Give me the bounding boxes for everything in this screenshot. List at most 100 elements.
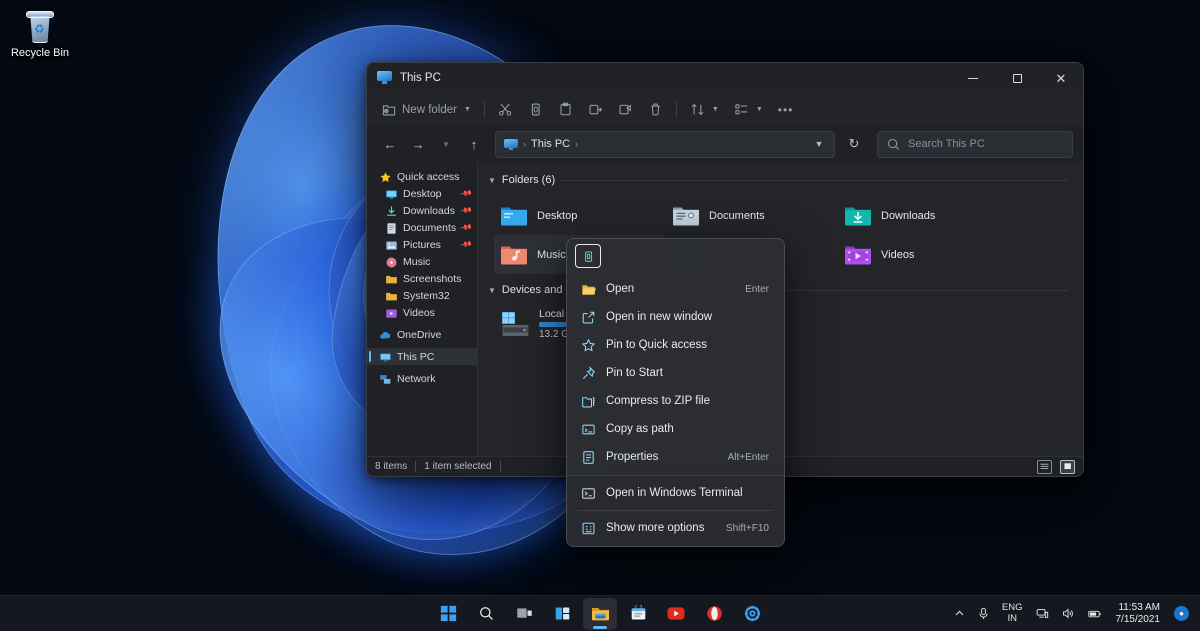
tray-clock[interactable]: 11:53 AM 7/15/2021 [1110, 602, 1167, 625]
address-bar[interactable]: › This PC › ▼ [495, 130, 835, 158]
folder-icon [385, 290, 398, 302]
this-pc-icon [377, 71, 392, 85]
context-menu-item-copy-as-path[interactable]: Copy as path [571, 415, 780, 443]
sort-icon [690, 102, 705, 117]
close-button[interactable]: ✕ [1039, 63, 1083, 93]
minimize-button[interactable] [951, 63, 995, 93]
notification-icon: ● [1174, 606, 1189, 621]
sidebar-item-onedrive[interactable]: OneDrive [367, 326, 477, 343]
system-tray[interactable]: ENG IN 11:53 AM 7/15/2021 ● [949, 596, 1194, 631]
tray-volume-button[interactable] [1057, 600, 1080, 628]
folders-group-header[interactable]: ▼ Folders (6) [478, 170, 1083, 190]
refresh-button[interactable]: ↻ [841, 131, 867, 157]
context-menu-item-properties[interactable]: Properties Alt+Enter [571, 443, 780, 471]
recent-locations-button[interactable]: ▼ [433, 131, 459, 157]
context-menu-item-pin-to-quick-access[interactable]: Pin to Quick access [571, 331, 780, 359]
share-button[interactable] [611, 97, 640, 123]
new-folder-button[interactable]: New folder ▼ [375, 97, 478, 123]
taskbar-file-explorer-button[interactable] [583, 597, 617, 630]
recycle-bin-icon: ♻ [25, 10, 55, 44]
search-input[interactable]: Search This PC [908, 138, 985, 150]
paste-button[interactable] [551, 97, 580, 123]
sidebar-item-label: OneDrive [397, 328, 442, 341]
more-options-button[interactable]: ••• [771, 97, 801, 123]
forward-button[interactable]: → [405, 131, 431, 157]
context-menu-item-label: Open [606, 283, 635, 295]
taskbar[interactable]: ENG IN 11:53 AM 7/15/2021 ● [0, 595, 1200, 631]
cut-button[interactable] [491, 97, 520, 123]
taskbar-widgets-button[interactable] [545, 598, 579, 630]
context-menu-item-compress-to-zip[interactable]: Compress to ZIP file [571, 387, 780, 415]
sidebar-item-documents[interactable]: Documents 📌 [367, 219, 477, 236]
context-menu-extended-items[interactable]: Open in Windows Terminal Show more optio… [567, 475, 784, 546]
context-menu-item-open-in-windows-terminal[interactable]: Open in Windows Terminal [571, 479, 780, 507]
up-button[interactable]: ↑ [461, 131, 487, 157]
context-menu-item-label: Pin to Start [606, 367, 663, 379]
window-titlebar[interactable]: This PC ✕ [367, 63, 1083, 93]
sidebar-item-label: Downloads [403, 204, 455, 217]
properties-icon [581, 450, 596, 465]
sidebar-item-downloads[interactable]: Downloads 📌 [367, 202, 477, 219]
desktop-icon-recycle-bin[interactable]: ♻ Recycle Bin [4, 6, 76, 64]
command-bar[interactable]: New folder ▼ ▼ ▼ ••• [367, 93, 1083, 126]
rename-button[interactable] [581, 97, 610, 123]
hard-drive-icon [500, 311, 530, 337]
copy-header-icon[interactable] [575, 244, 601, 268]
chevron-down-icon[interactable]: ▼ [756, 106, 763, 113]
tray-notification-button[interactable]: ● [1169, 600, 1194, 628]
language-indicator: ENG IN [1002, 602, 1023, 624]
taskbar-opera-button[interactable] [697, 598, 731, 630]
address-dropdown-button[interactable]: ▼ [808, 133, 830, 155]
taskbar-start-button[interactable] [431, 598, 465, 630]
context-menu-item-open[interactable]: Open Enter [571, 275, 780, 303]
folder-tile-videos[interactable]: Videos [838, 235, 1010, 274]
folder-tile-documents[interactable]: Documents [666, 196, 838, 235]
view-button[interactable]: ▼ [727, 97, 770, 123]
context-menu-item-show-more-options[interactable]: Show more options Shift+F10 [571, 514, 780, 542]
tray-microphone-button[interactable] [973, 600, 994, 628]
sidebar-item-music[interactable]: Music [367, 253, 477, 270]
chevron-down-icon[interactable]: ▼ [488, 176, 496, 185]
context-menu-items[interactable]: Open Enter Open in new window Pin to Qui… [567, 273, 784, 475]
chevron-down-icon[interactable]: ▼ [464, 106, 471, 113]
folder-tile-downloads[interactable]: Downloads [838, 196, 1010, 235]
breadcrumb-this-pc[interactable]: This PC [531, 138, 570, 150]
context-menu[interactable]: Open Enter Open in new window Pin to Qui… [566, 238, 785, 547]
status-divider [415, 461, 417, 472]
delete-button[interactable] [641, 97, 670, 123]
pictures-icon [385, 239, 398, 251]
sidebar-item-network[interactable]: Network [367, 370, 477, 387]
sidebar-item-pictures[interactable]: Pictures 📌 [367, 236, 477, 253]
taskbar-youtube-button[interactable] [659, 598, 693, 630]
tray-language-button[interactable]: ENG IN [997, 600, 1028, 628]
context-menu-item-pin-to-start[interactable]: Pin to Start [571, 359, 780, 387]
sidebar-item-label: Documents [403, 221, 457, 234]
address-bar-row[interactable]: ← → ▼ ↑ › This PC › ▼ ↻ Search This PC [367, 126, 1083, 162]
sidebar-item-desktop[interactable]: Desktop 📌 [367, 185, 477, 202]
sort-button[interactable]: ▼ [683, 97, 726, 123]
tray-battery-button[interactable] [1083, 600, 1107, 628]
navigation-pane[interactable]: Quick access Desktop 📌 Downloads 📌 Docum… [367, 162, 477, 456]
tray-overflow-button[interactable] [949, 600, 970, 628]
maximize-button[interactable] [995, 63, 1039, 93]
sidebar-item-system32[interactable]: System32 [367, 287, 477, 304]
sidebar-item-quick-access[interactable]: Quick access [367, 168, 477, 185]
details-view-button[interactable] [1037, 459, 1052, 474]
context-menu-item-open-in-new-window[interactable]: Open in new window [571, 303, 780, 331]
chevron-down-icon[interactable]: ▼ [712, 106, 719, 113]
sidebar-item-videos[interactable]: Videos [367, 304, 477, 321]
large-icons-view-button[interactable] [1060, 459, 1075, 474]
taskbar-search-button[interactable] [469, 598, 503, 630]
taskbar-microsoft-store-button[interactable] [621, 598, 655, 630]
copy-button[interactable] [521, 97, 550, 123]
sidebar-item-screenshots[interactable]: Screenshots [367, 270, 477, 287]
tray-network-button[interactable] [1031, 600, 1054, 628]
chevron-down-icon[interactable]: ▼ [488, 286, 496, 295]
search-box[interactable]: Search This PC [877, 130, 1073, 158]
taskbar-settings-button[interactable] [735, 598, 769, 630]
sidebar-item-this-pc[interactable]: This PC [367, 348, 477, 365]
taskbar-task-view-button[interactable] [507, 598, 541, 630]
back-button[interactable]: ← [377, 131, 403, 157]
folder-tile-desktop[interactable]: Desktop [494, 196, 666, 235]
zip-icon [581, 394, 596, 409]
